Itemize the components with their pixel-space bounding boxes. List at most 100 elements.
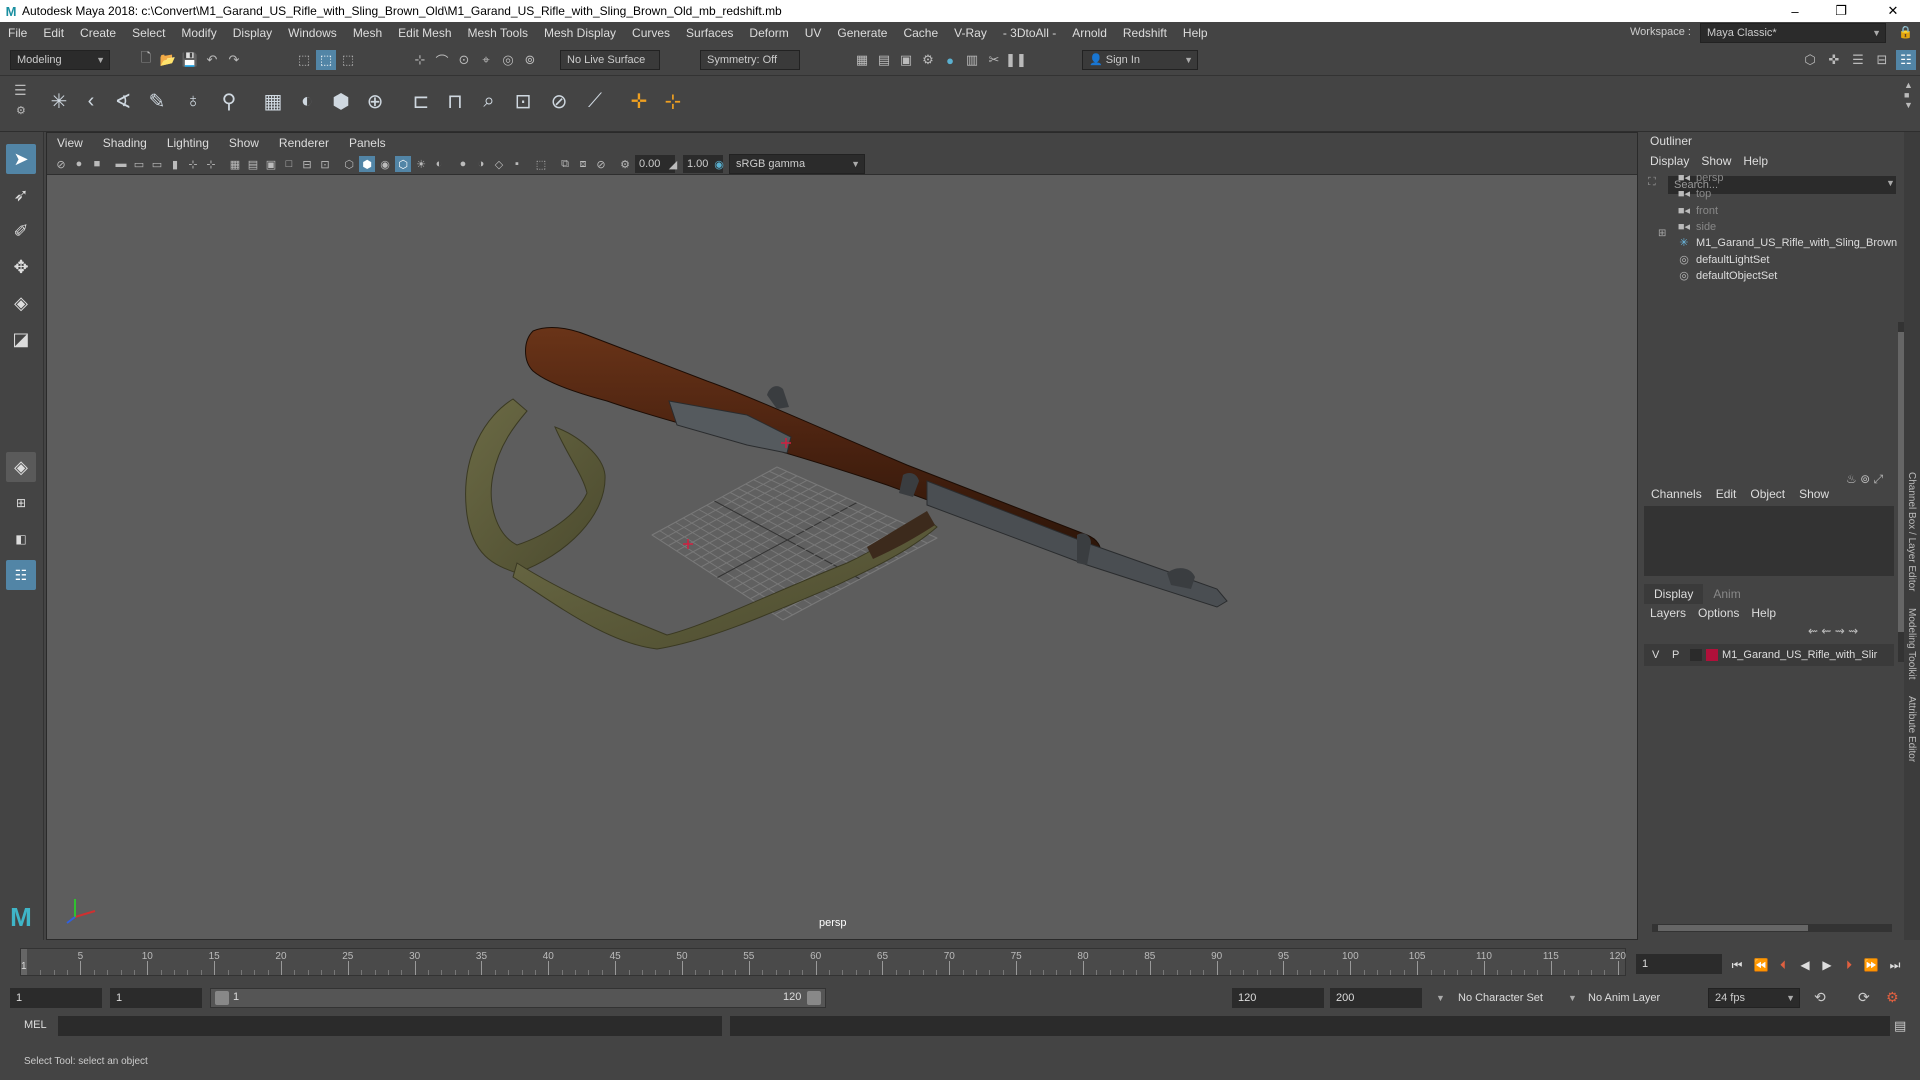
bevel-icon[interactable]: ⌕: [474, 86, 504, 116]
color-management-icon[interactable]: ◉: [711, 156, 727, 172]
channel-box-tool-icons[interactable]: ♨ ⊚ ⤢: [1846, 472, 1883, 487]
joint-tool-icon[interactable]: ♁: [178, 86, 208, 116]
snap-point-icon[interactable]: ⊙: [454, 50, 474, 70]
shaded-icon[interactable]: ⬢: [359, 156, 375, 172]
filter-icon[interactable]: ⛶: [1648, 176, 1656, 189]
skin-bind-icon[interactable]: ⚲: [214, 86, 244, 116]
panel-menu-renderer[interactable]: Renderer: [269, 133, 339, 153]
attribute-editor-icon[interactable]: ☰: [1848, 50, 1868, 70]
antialias-icon[interactable]: ◇: [491, 156, 507, 172]
shelf-settings-icon[interactable]: ⚙: [16, 104, 26, 117]
animation-start-field[interactable]: 1: [10, 988, 102, 1008]
layer-menu-options[interactable]: Options: [1692, 604, 1745, 622]
panel-menu-lighting[interactable]: Lighting: [157, 133, 219, 153]
command-language-label[interactable]: MEL: [24, 1019, 47, 1031]
chevron-down-icon[interactable]: ▼: [1568, 993, 1577, 1003]
menu-deform[interactable]: Deform: [741, 22, 796, 44]
wire-shaded-icon[interactable]: ⬡: [341, 156, 357, 172]
go-to-start-icon[interactable]: ⏮: [1728, 956, 1746, 974]
layer-menu-layers[interactable]: Layers: [1644, 604, 1692, 622]
channelbox-menu-object[interactable]: Object: [1743, 484, 1792, 504]
four-view-layout-icon[interactable]: ⊞: [6, 488, 36, 518]
layer-tool-icons[interactable]: ⇜ ⇜ ⇝ ⇝: [1808, 624, 1858, 638]
xray-icon[interactable]: ⊟: [299, 156, 315, 172]
gate-mask-icon[interactable]: ▮: [167, 156, 183, 172]
maximize-button[interactable]: ❐: [1818, 0, 1864, 22]
redo-icon[interactable]: ↷: [224, 50, 244, 70]
lasso-tool-icon[interactable]: ➶: [6, 180, 36, 210]
chevron-down-icon[interactable]: ▼: [1886, 178, 1895, 188]
ambient-occlusion-icon[interactable]: ●: [455, 156, 471, 172]
hypershade-icon[interactable]: ●: [940, 50, 960, 70]
camera-attributes-icon[interactable]: ⊘: [53, 156, 69, 172]
bridge-icon[interactable]: ⊓: [440, 86, 470, 116]
outliner-item[interactable]: ◎ defaultObjectSet: [1676, 266, 1777, 286]
menu-3dtoall[interactable]: - 3DtoAll -: [995, 22, 1064, 44]
pause-icon[interactable]: ❚❚: [1005, 50, 1027, 70]
layer-reference-toggle[interactable]: [1690, 649, 1702, 661]
range-slider-bar[interactable]: 1 120: [210, 988, 826, 1008]
lock-camera-icon[interactable]: ●: [71, 156, 87, 172]
lighting-icon[interactable]: ◉: [377, 156, 393, 172]
channel-box-area[interactable]: [1644, 506, 1894, 576]
cube-icon[interactable]: ⬢: [326, 86, 356, 116]
insert-edge-loop-icon[interactable]: ⟋: [580, 86, 610, 116]
step-back-key-icon[interactable]: ⏴: [1774, 956, 1792, 974]
grid-toggle-icon[interactable]: ▦: [227, 156, 243, 172]
menu-create[interactable]: Create: [72, 22, 124, 44]
channelbox-menu-show[interactable]: Show: [1792, 484, 1836, 504]
menu-mesh-tools[interactable]: Mesh Tools: [460, 22, 536, 44]
field-chart-icon[interactable]: ⊹: [185, 156, 201, 172]
layer-playback-toggle[interactable]: P: [1672, 644, 1679, 666]
freeze-transform-icon[interactable]: ⊹: [658, 86, 688, 116]
snap-surface-icon[interactable]: ◎: [498, 50, 518, 70]
image-plane-icon[interactable]: ▬: [113, 156, 129, 172]
move-tool-icon[interactable]: ✥: [6, 252, 36, 282]
menu-generate[interactable]: Generate: [829, 22, 895, 44]
panel-menu-shading[interactable]: Shading: [93, 133, 157, 153]
menu-surfaces[interactable]: Surfaces: [678, 22, 741, 44]
layer-row[interactable]: V P M1_Garand_US_Rifle_with_Slir: [1644, 644, 1894, 666]
play-forwards-icon[interactable]: ▶: [1818, 956, 1836, 974]
ep-curve-icon[interactable]: ∢: [108, 86, 138, 116]
layer-h-scrollbar[interactable]: [1652, 924, 1892, 932]
wireframe-icon[interactable]: ▤: [245, 156, 261, 172]
render-settings-icon[interactable]: ⚙: [918, 50, 938, 70]
minimize-button[interactable]: –: [1772, 0, 1818, 22]
move-pivot-icon[interactable]: ✛: [624, 86, 654, 116]
current-frame-field[interactable]: 1: [1636, 954, 1722, 974]
extrude-icon[interactable]: ⊏: [406, 86, 436, 116]
layer-menu-help[interactable]: Help: [1745, 604, 1782, 622]
human-ik-icon[interactable]: ✜: [1824, 50, 1844, 70]
playback-start-field[interactable]: 1: [110, 988, 202, 1008]
snap-live-icon[interactable]: ⊚: [520, 50, 540, 70]
snap-view-icon[interactable]: ⌖: [476, 50, 496, 70]
smooth-shade-icon[interactable]: ▣: [263, 156, 279, 172]
isolate-select-icon[interactable]: ⬚: [533, 156, 549, 172]
sphere-icon[interactable]: ◐: [292, 86, 322, 116]
sign-in-dropdown[interactable]: 👤 Sign In ▼: [1082, 50, 1198, 70]
menu-display[interactable]: Display: [225, 22, 280, 44]
character-set-dropdown[interactable]: No Character Set: [1458, 992, 1543, 1004]
loop-icon[interactable]: ⟲: [1814, 989, 1826, 1006]
xray-joints-icon[interactable]: ⧉: [557, 156, 573, 172]
panel-menu-show[interactable]: Show: [219, 133, 269, 153]
shelf-scroll-icon[interactable]: ▲ ■ ▼: [1904, 80, 1913, 110]
panel-menu-panels[interactable]: Panels: [339, 133, 396, 153]
tab-display[interactable]: Display: [1644, 584, 1704, 604]
exposure-icon[interactable]: ⚙: [617, 156, 633, 172]
play-backwards-icon[interactable]: ◀: [1796, 956, 1814, 974]
anim-layer-dropdown[interactable]: No Anim Layer: [1588, 992, 1660, 1004]
two-view-layout-icon[interactable]: ◧: [6, 524, 36, 554]
anim-preferences-icon[interactable]: ⚙: [1886, 989, 1899, 1006]
backface-icon[interactable]: ⊘: [593, 156, 609, 172]
safe-action-icon[interactable]: ⊹: [203, 156, 219, 172]
multi-cut-icon[interactable]: ⊡: [508, 86, 538, 116]
scale-tool-icon[interactable]: ◪: [6, 324, 36, 354]
modeling-toolkit-icon[interactable]: ⬡: [1800, 50, 1820, 70]
default-material-icon[interactable]: □: [281, 156, 297, 172]
range-end-handle[interactable]: [807, 991, 821, 1005]
menuset-dropdown[interactable]: Modeling ▼: [10, 50, 110, 70]
target-weld-icon[interactable]: ⊘: [544, 86, 574, 116]
paint-select-icon[interactable]: ✐: [6, 216, 36, 246]
